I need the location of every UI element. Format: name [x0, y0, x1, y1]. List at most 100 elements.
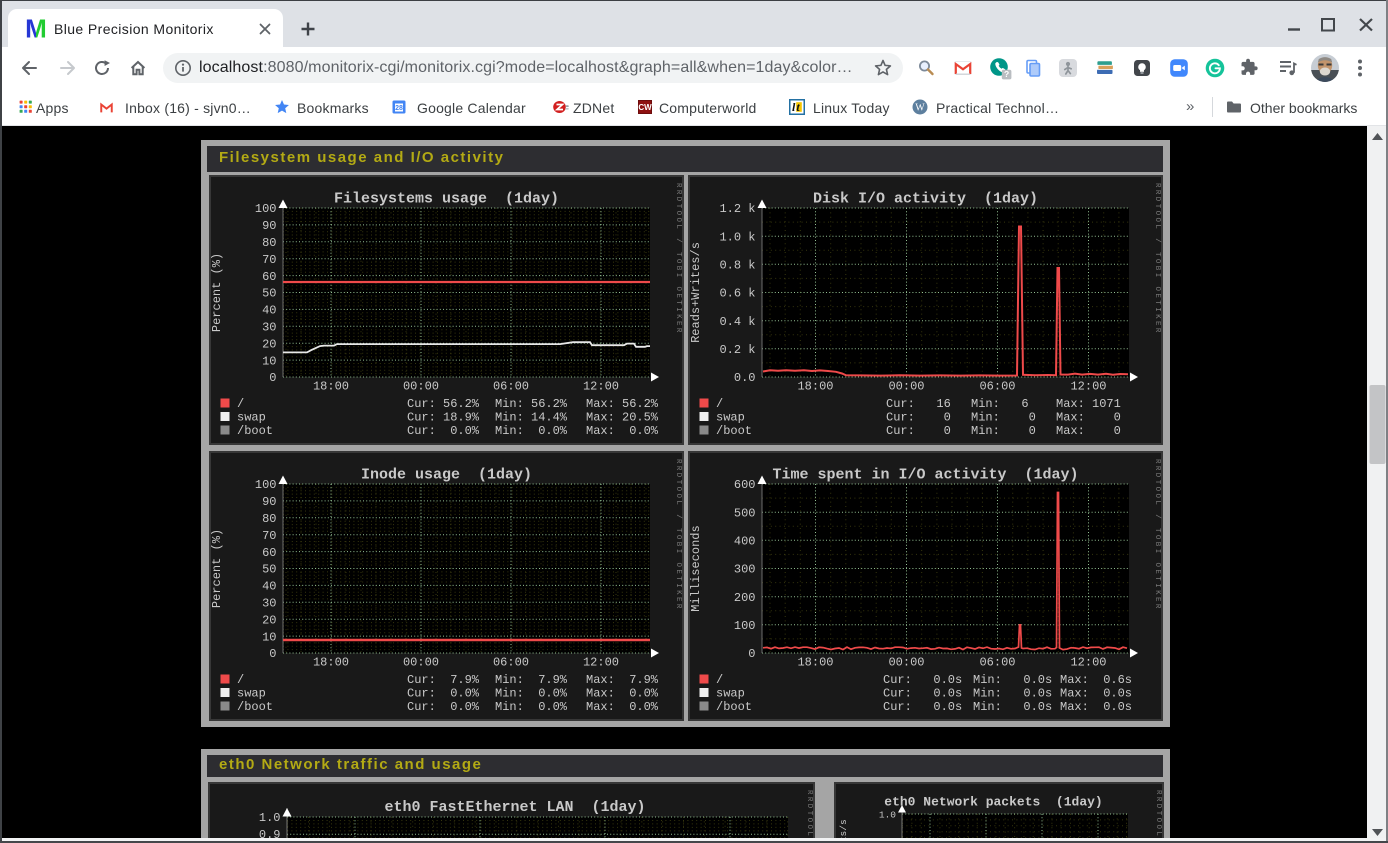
svg-text:RRDTOOL / TOBI OETIKER: RRDTOOL / TOBI OETIKER — [674, 183, 682, 335]
svg-text:Cur: 0.0s: Cur: 0.0s — [883, 687, 962, 701]
svg-text:Cur: 18.9%: Cur: 18.9% — [407, 411, 480, 425]
svg-text:60: 60 — [262, 546, 276, 560]
svg-text:Cur: 0: Cur: 0 — [886, 411, 951, 425]
svg-text:30: 30 — [262, 597, 276, 611]
svg-text:40: 40 — [262, 580, 276, 594]
svg-text:Max: 0: Max: 0 — [1056, 424, 1121, 438]
svg-text:RRDTOOL / TOBI OETIKER: RRDTOOL / TOBI OETIKER — [1153, 183, 1161, 335]
svg-text:swap: swap — [237, 411, 266, 425]
svg-text:/: / — [237, 397, 244, 411]
svg-text:Min: 0.0%: Min: 0.0% — [495, 687, 568, 701]
svg-text:500: 500 — [734, 506, 756, 520]
svg-text:swap: swap — [237, 687, 266, 701]
svg-text:Max: 1071: Max: 1071 — [1056, 397, 1121, 411]
svg-text:10: 10 — [262, 630, 276, 644]
svg-text:Cur: 0.0s: Cur: 0.0s — [883, 673, 962, 687]
svg-text:/: / — [716, 673, 723, 687]
svg-text:/boot: /boot — [716, 424, 752, 438]
svg-text:06:00: 06:00 — [979, 656, 1015, 670]
svg-text:0.6 k: 0.6 k — [719, 287, 755, 301]
svg-text:Min: 6: Min: 6 — [971, 397, 1029, 411]
svg-text:Min: 0: Min: 0 — [971, 424, 1036, 438]
svg-text:200: 200 — [734, 591, 756, 605]
svg-text:12:00: 12:00 — [583, 656, 619, 670]
svg-text:70: 70 — [262, 529, 276, 543]
svg-text:RRDTOOL / TOBI OETIKER: RRDTOOL / TOBI OETIKER — [805, 790, 813, 843]
svg-text:0: 0 — [269, 371, 276, 385]
svg-text:70: 70 — [262, 253, 276, 267]
svg-text:Min: 56.2%: Min: 56.2% — [495, 397, 568, 411]
svg-text:1.0 k: 1.0 k — [719, 230, 755, 244]
svg-text:100: 100 — [734, 619, 756, 633]
svg-text:Max: 0.0%: Max: 0.0% — [586, 424, 659, 438]
svg-text:CW: CW — [638, 103, 652, 112]
svg-text:60: 60 — [262, 270, 276, 284]
svg-text:600: 600 — [734, 478, 756, 492]
svg-text:1.2 k: 1.2 k — [719, 202, 755, 216]
svg-text:1.0: 1.0 — [879, 810, 896, 821]
svg-text:Filesystems usage (1day): Filesystems usage (1day) — [334, 191, 559, 208]
svg-text:/: / — [716, 397, 723, 411]
svg-text:12:00: 12:00 — [1070, 380, 1106, 394]
svg-text:50: 50 — [262, 287, 276, 301]
svg-text:100: 100 — [255, 202, 277, 216]
svg-text:Milliseconds: Milliseconds — [689, 525, 703, 611]
svg-text:M: M — [26, 17, 46, 39]
svg-text:Percent (%): Percent (%) — [210, 253, 224, 332]
svg-text:Cur: 0: Cur: 0 — [886, 424, 951, 438]
svg-text:12:00: 12:00 — [583, 380, 619, 394]
svg-text:RRDTOOL / TOBI OETIKER: RRDTOOL / TOBI OETIKER — [674, 459, 682, 611]
svg-text:12:00: 12:00 — [1070, 656, 1106, 670]
svg-text:eth0 Network packets (1day): eth0 Network packets (1day) — [884, 795, 1102, 810]
svg-text:RRDTOOL / TOBI OETIKER: RRDTOOL / TOBI OETIKER — [1153, 459, 1161, 611]
svg-text:Time spent in I/O activity (1: Time spent in I/O activity (1day) — [772, 467, 1078, 484]
svg-text:Min: 0.0%: Min: 0.0% — [495, 424, 568, 438]
svg-text:18:00: 18:00 — [313, 380, 349, 394]
svg-text:Max: 0: Max: 0 — [1056, 411, 1121, 425]
svg-text:Min: 0.0s: Min: 0.0s — [973, 673, 1052, 687]
svg-text:80: 80 — [262, 512, 276, 526]
svg-text:Inode usage (1day): Inode usage (1day) — [361, 467, 532, 484]
svg-text:Percent (%): Percent (%) — [210, 529, 224, 608]
svg-text:300: 300 — [734, 563, 756, 577]
svg-text:20: 20 — [262, 337, 276, 351]
svg-text:90: 90 — [262, 495, 276, 509]
svg-text:Cur: 0.0%: Cur: 0.0% — [407, 687, 480, 701]
svg-text:Reads+Writes/s: Reads+Writes/s — [689, 242, 703, 343]
svg-text:100: 100 — [255, 478, 277, 492]
svg-text:06:00: 06:00 — [493, 380, 529, 394]
svg-text:1.0: 1.0 — [259, 811, 281, 825]
svg-text:Cur: 16: Cur: 16 — [886, 397, 951, 411]
svg-text:0.8 k: 0.8 k — [719, 259, 755, 273]
svg-text:30: 30 — [262, 321, 276, 335]
svg-text:Min: 0.0%: Min: 0.0% — [495, 700, 568, 714]
svg-text:18:00: 18:00 — [797, 380, 833, 394]
svg-text:00:00: 00:00 — [888, 656, 924, 670]
svg-text:00:00: 00:00 — [403, 656, 439, 670]
svg-text:eth0 FastEthernet LAN (1day): eth0 FastEthernet LAN (1day) — [384, 799, 645, 816]
svg-text:Min: 0.0s: Min: 0.0s — [973, 700, 1052, 714]
svg-text:18:00: 18:00 — [797, 656, 833, 670]
svg-text:0.0: 0.0 — [734, 371, 756, 385]
svg-text:RRDTOOL / TOBI OETIKER: RRDTOOL / TOBI OETIKER — [1154, 790, 1162, 843]
svg-text:20: 20 — [262, 613, 276, 627]
svg-text:Max: 0.0s: Max: 0.0s — [1060, 700, 1132, 714]
svg-text:Max: 0.0%: Max: 0.0% — [586, 700, 659, 714]
svg-text:0.4 k: 0.4 k — [719, 315, 755, 329]
svg-text:Max: 0.0%: Max: 0.0% — [586, 687, 659, 701]
svg-text:10: 10 — [262, 354, 276, 368]
svg-text:W: W — [915, 103, 925, 114]
svg-text:0: 0 — [748, 647, 755, 661]
svg-text:Cur: 0.0s: Cur: 0.0s — [883, 700, 962, 714]
svg-text:06:00: 06:00 — [979, 380, 1015, 394]
svg-text:Max: 7.9%: Max: 7.9% — [586, 673, 659, 687]
svg-text:00:00: 00:00 — [403, 380, 439, 394]
svg-text:swap: swap — [716, 411, 745, 425]
svg-text:18:00: 18:00 — [313, 656, 349, 670]
svg-text:Disk I/O activity (1day): Disk I/O activity (1day) — [813, 191, 1038, 208]
svg-text:Cur: 0.0%: Cur: 0.0% — [407, 700, 480, 714]
svg-text:Cur: 56.2%: Cur: 56.2% — [407, 397, 480, 411]
svg-text:0.2 k: 0.2 k — [719, 343, 755, 357]
svg-text:Max: 56.2%: Max: 56.2% — [586, 397, 659, 411]
svg-text:/boot: /boot — [237, 424, 273, 438]
